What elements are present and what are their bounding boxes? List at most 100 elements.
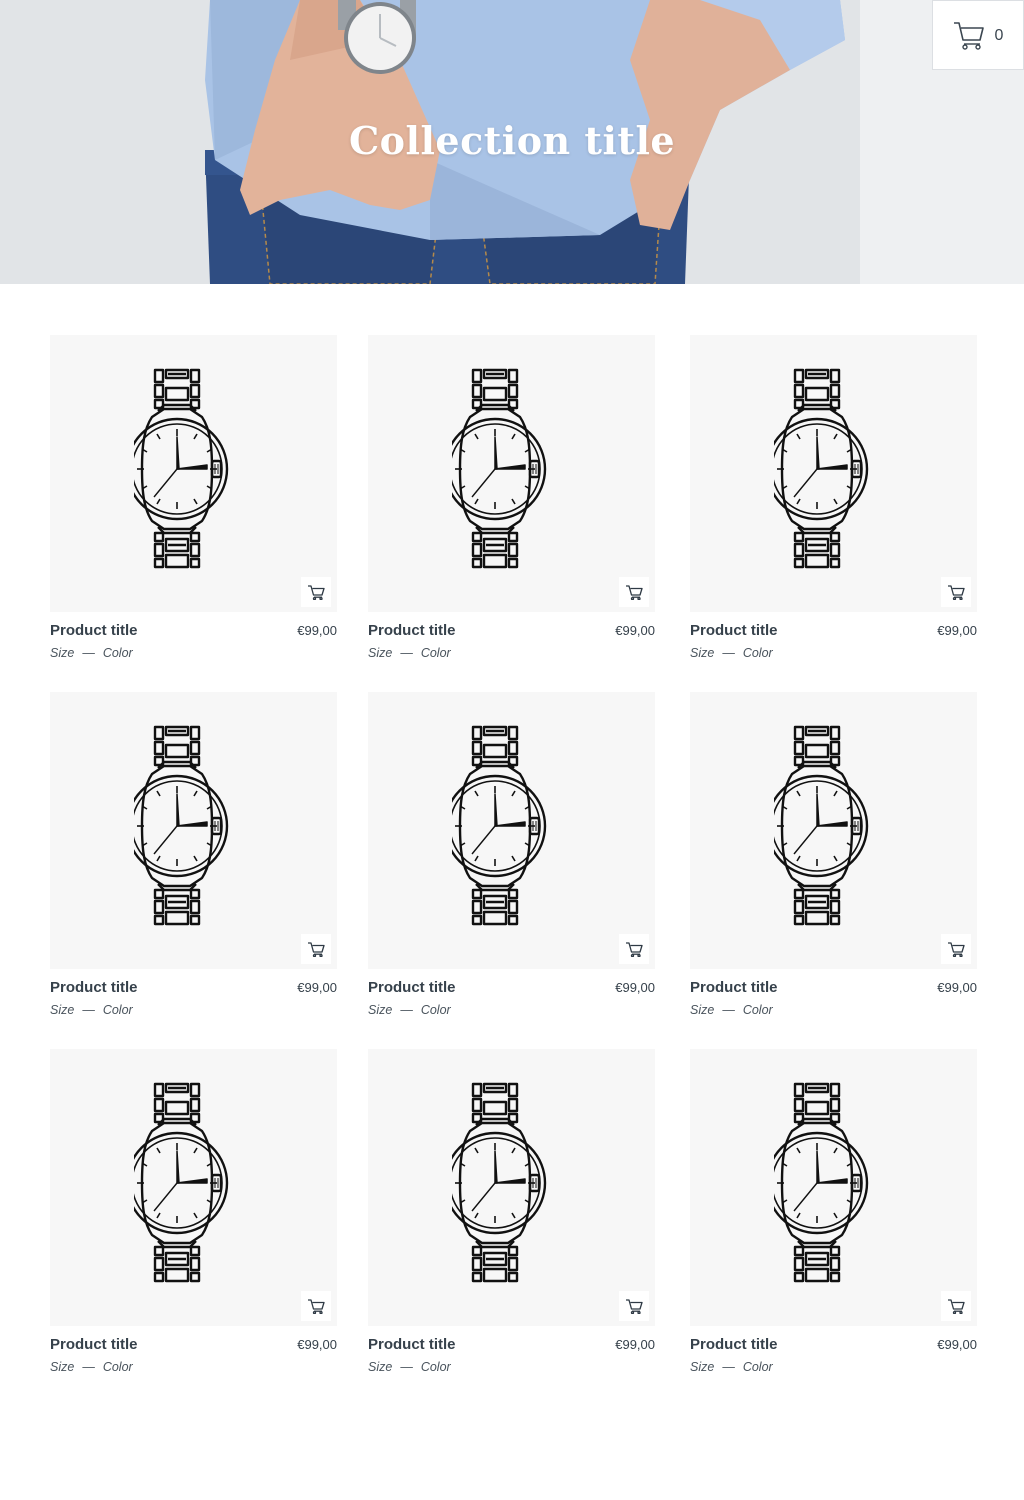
product-image[interactable]: [50, 692, 337, 969]
watch-icon: [452, 725, 547, 926]
variant-color: Color: [420, 1003, 451, 1017]
variant-size: Size: [690, 1003, 715, 1017]
add-to-cart-button[interactable]: [301, 934, 331, 964]
product-image[interactable]: [368, 1049, 655, 1326]
cart-icon: [625, 942, 643, 957]
add-to-cart-button[interactable]: [619, 577, 649, 607]
product-title[interactable]: Product title: [50, 622, 138, 639]
variant-color: Color: [420, 646, 451, 660]
variant-color: Color: [102, 1003, 133, 1017]
product-price: €99,00: [297, 980, 337, 995]
product-card[interactable]: Product title €99,00 Size — Color: [368, 692, 655, 1029]
product-price: €99,00: [297, 1337, 337, 1352]
product-variant: Size — Color: [368, 1003, 451, 1017]
product-variant: Size — Color: [368, 646, 451, 660]
variant-size: Size: [690, 646, 715, 660]
product-card[interactable]: Product title €99,00 Size — Color: [50, 692, 337, 1029]
product-card[interactable]: Product title €99,00 Size — Color: [50, 335, 337, 672]
add-to-cart-button[interactable]: [301, 577, 331, 607]
product-title[interactable]: Product title: [368, 1336, 456, 1353]
product-title[interactable]: Product title: [368, 622, 456, 639]
cart-icon: [625, 585, 643, 600]
variant-separator: —: [722, 646, 735, 660]
product-card[interactable]: Product title €99,00 Size — Color: [50, 1049, 337, 1386]
cart-button[interactable]: 0: [932, 0, 1024, 70]
product-card[interactable]: Product title €99,00 Size — Color: [368, 335, 655, 672]
add-to-cart-button[interactable]: [619, 934, 649, 964]
product-variant: Size — Color: [690, 646, 773, 660]
variant-color: Color: [420, 1360, 451, 1374]
collection-title: Collection title: [348, 118, 676, 163]
product-title[interactable]: Product title: [690, 1336, 778, 1353]
cart-icon: [307, 1299, 325, 1314]
variant-separator: —: [400, 646, 413, 660]
product-variant: Size — Color: [368, 1360, 451, 1374]
product-price: €99,00: [937, 980, 977, 995]
product-variant: Size — Color: [50, 1360, 133, 1374]
product-price: €99,00: [297, 623, 337, 638]
product-title[interactable]: Product title: [368, 979, 456, 996]
watch-icon: [452, 1082, 547, 1283]
product-title[interactable]: Product title: [50, 1336, 138, 1353]
product-image[interactable]: [690, 335, 977, 612]
variant-color: Color: [102, 646, 133, 660]
variant-color: Color: [102, 1360, 133, 1374]
product-image[interactable]: [368, 335, 655, 612]
variant-size: Size: [690, 1360, 715, 1374]
product-image[interactable]: [50, 335, 337, 612]
cart-icon: [307, 585, 325, 600]
watch-icon: [774, 1082, 869, 1283]
variant-separator: —: [82, 646, 95, 660]
collection-hero: Collection title: [0, 0, 1024, 284]
cart-icon: [625, 1299, 643, 1314]
variant-size: Size: [368, 1003, 393, 1017]
watch-icon: [774, 368, 869, 569]
product-price: €99,00: [615, 980, 655, 995]
cart-count: 0: [994, 27, 1004, 44]
product-card[interactable]: Product title €99,00 Size — Color: [690, 692, 977, 1029]
variant-color: Color: [742, 1360, 773, 1374]
product-card[interactable]: Product title €99,00 Size — Color: [368, 1049, 655, 1386]
variant-separator: —: [722, 1360, 735, 1374]
watch-icon: [134, 725, 229, 926]
variant-separator: —: [400, 1360, 413, 1374]
add-to-cart-button[interactable]: [941, 577, 971, 607]
cart-icon: [953, 22, 984, 50]
watch-icon: [134, 368, 229, 569]
product-card[interactable]: Product title €99,00 Size — Color: [690, 1049, 977, 1386]
product-image[interactable]: [690, 692, 977, 969]
add-to-cart-button[interactable]: [301, 1291, 331, 1321]
product-variant: Size — Color: [690, 1003, 773, 1017]
variant-size: Size: [50, 1360, 75, 1374]
product-title[interactable]: Product title: [50, 979, 138, 996]
watch-icon: [134, 1082, 229, 1283]
watch-icon: [774, 725, 869, 926]
variant-size: Size: [50, 1003, 75, 1017]
add-to-cart-button[interactable]: [941, 1291, 971, 1321]
product-variant: Size — Color: [50, 1003, 133, 1017]
product-variant: Size — Color: [50, 646, 133, 660]
variant-color: Color: [742, 1003, 773, 1017]
product-price: €99,00: [615, 623, 655, 638]
product-price: €99,00: [937, 623, 977, 638]
variant-size: Size: [368, 646, 393, 660]
variant-color: Color: [742, 646, 773, 660]
product-title[interactable]: Product title: [690, 622, 778, 639]
variant-separator: —: [722, 1003, 735, 1017]
product-price: €99,00: [615, 1337, 655, 1352]
product-image[interactable]: [690, 1049, 977, 1326]
variant-size: Size: [50, 646, 75, 660]
cart-icon: [947, 942, 965, 957]
variant-separator: —: [400, 1003, 413, 1017]
product-price: €99,00: [937, 1337, 977, 1352]
add-to-cart-button[interactable]: [619, 1291, 649, 1321]
product-card[interactable]: Product title €99,00 Size — Color: [690, 335, 977, 672]
product-title[interactable]: Product title: [690, 979, 778, 996]
variant-separator: —: [82, 1003, 95, 1017]
product-image[interactable]: [50, 1049, 337, 1326]
variant-size: Size: [368, 1360, 393, 1374]
product-image[interactable]: [368, 692, 655, 969]
add-to-cart-button[interactable]: [941, 934, 971, 964]
variant-separator: —: [82, 1360, 95, 1374]
watch-icon: [452, 368, 547, 569]
